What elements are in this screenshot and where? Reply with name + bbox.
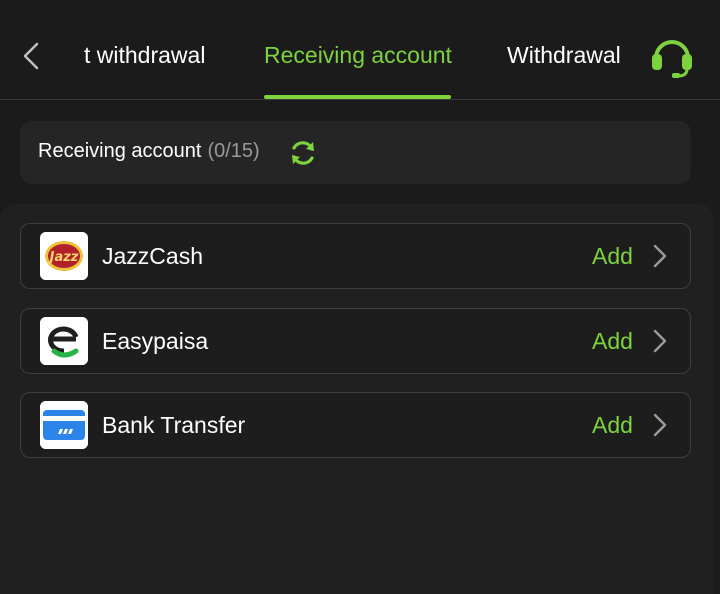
account-count: (0/15): [207, 140, 260, 162]
chevron-right-icon: [653, 244, 667, 268]
tab-receiving-account[interactable]: Receiving account: [264, 42, 452, 69]
back-button[interactable]: [18, 40, 46, 72]
active-tab-indicator: [264, 95, 451, 99]
headset-icon: [652, 40, 692, 78]
account-row-easypaisa[interactable]: Easypaisa Add: [20, 308, 691, 374]
account-row-jazzcash[interactable]: Jazz JazzCash Add: [20, 223, 691, 289]
top-nav-bar: t withdrawal Receiving account Withdrawa…: [0, 0, 720, 100]
account-name: JazzCash: [102, 243, 203, 269]
refresh-icon: [292, 141, 314, 165]
chevron-right-icon: [653, 329, 667, 353]
account-row-bank-transfer[interactable]: Bank Transfer Add: [20, 392, 691, 458]
tab-withdrawal-record[interactable]: t withdrawal: [84, 42, 205, 69]
easypaisa-logo: [40, 317, 88, 365]
bank-card-icon: [40, 401, 88, 449]
chevron-right-icon: [653, 413, 667, 437]
tab-withdrawal[interactable]: Withdrawal: [507, 42, 621, 69]
add-bank-transfer-button[interactable]: Add: [592, 412, 633, 439]
customer-support-button[interactable]: [648, 36, 696, 78]
add-jazzcash-button[interactable]: Add: [592, 243, 633, 270]
jazzcash-logo-text: Jazz: [47, 250, 79, 265]
receiving-account-summary: Receiving account (0/15): [20, 121, 691, 184]
summary-title: Receiving account: [38, 140, 202, 162]
chevron-left-icon: [23, 42, 39, 70]
jazzcash-logo: Jazz: [40, 232, 88, 280]
account-name: Bank Transfer: [102, 412, 246, 438]
refresh-button[interactable]: [288, 138, 318, 168]
account-name: Easypaisa: [102, 328, 209, 354]
add-easypaisa-button[interactable]: Add: [592, 328, 633, 355]
account-list-panel: Jazz JazzCash Add Easypaisa Add Bank Tra…: [0, 204, 713, 594]
